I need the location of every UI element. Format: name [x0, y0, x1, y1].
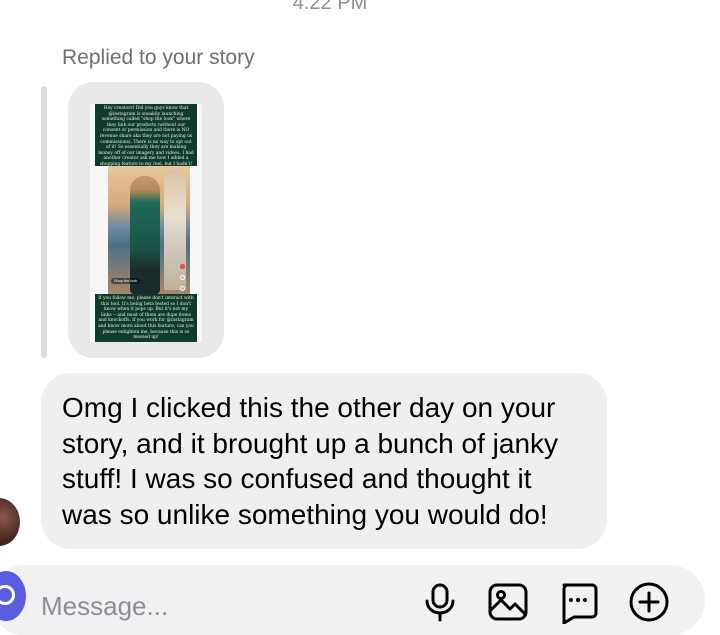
message-timestamp: 4:22 PM — [292, 0, 368, 14]
sticker-chat-icon[interactable] — [556, 580, 600, 625]
shop-the-look-tag: Shop the look — [111, 278, 141, 284]
story-thumbnail: Hey creators! Did you guys know that @in… — [90, 104, 202, 342]
story-preview[interactable]: Hey creators! Did you guys know that @in… — [68, 82, 224, 358]
repost-icon — [179, 286, 185, 291]
replied-to-story-label: Replied to your story — [62, 46, 255, 69]
image-icon[interactable] — [486, 580, 530, 624]
message-bubble[interactable]: Omg I clicked this the other day on your… — [41, 373, 607, 549]
story-photo: Shop the look — [108, 166, 190, 294]
heart-icon — [179, 264, 185, 269]
sender-avatar[interactable] — [0, 498, 20, 546]
story-bottom-text: If you follow me, please don't interact … — [95, 294, 197, 342]
story-action-icons — [178, 264, 186, 294]
microphone-icon[interactable] — [418, 580, 462, 624]
reply-indicator-bar — [41, 86, 47, 358]
story-person — [130, 176, 160, 294]
message-text: Omg I clicked this the other day on your… — [62, 392, 559, 530]
message-input[interactable] — [41, 586, 381, 626]
plus-icon[interactable] — [627, 580, 671, 624]
story-top-text: Hey creators! Did you guys know that @in… — [95, 104, 197, 166]
comment-icon — [179, 275, 185, 280]
